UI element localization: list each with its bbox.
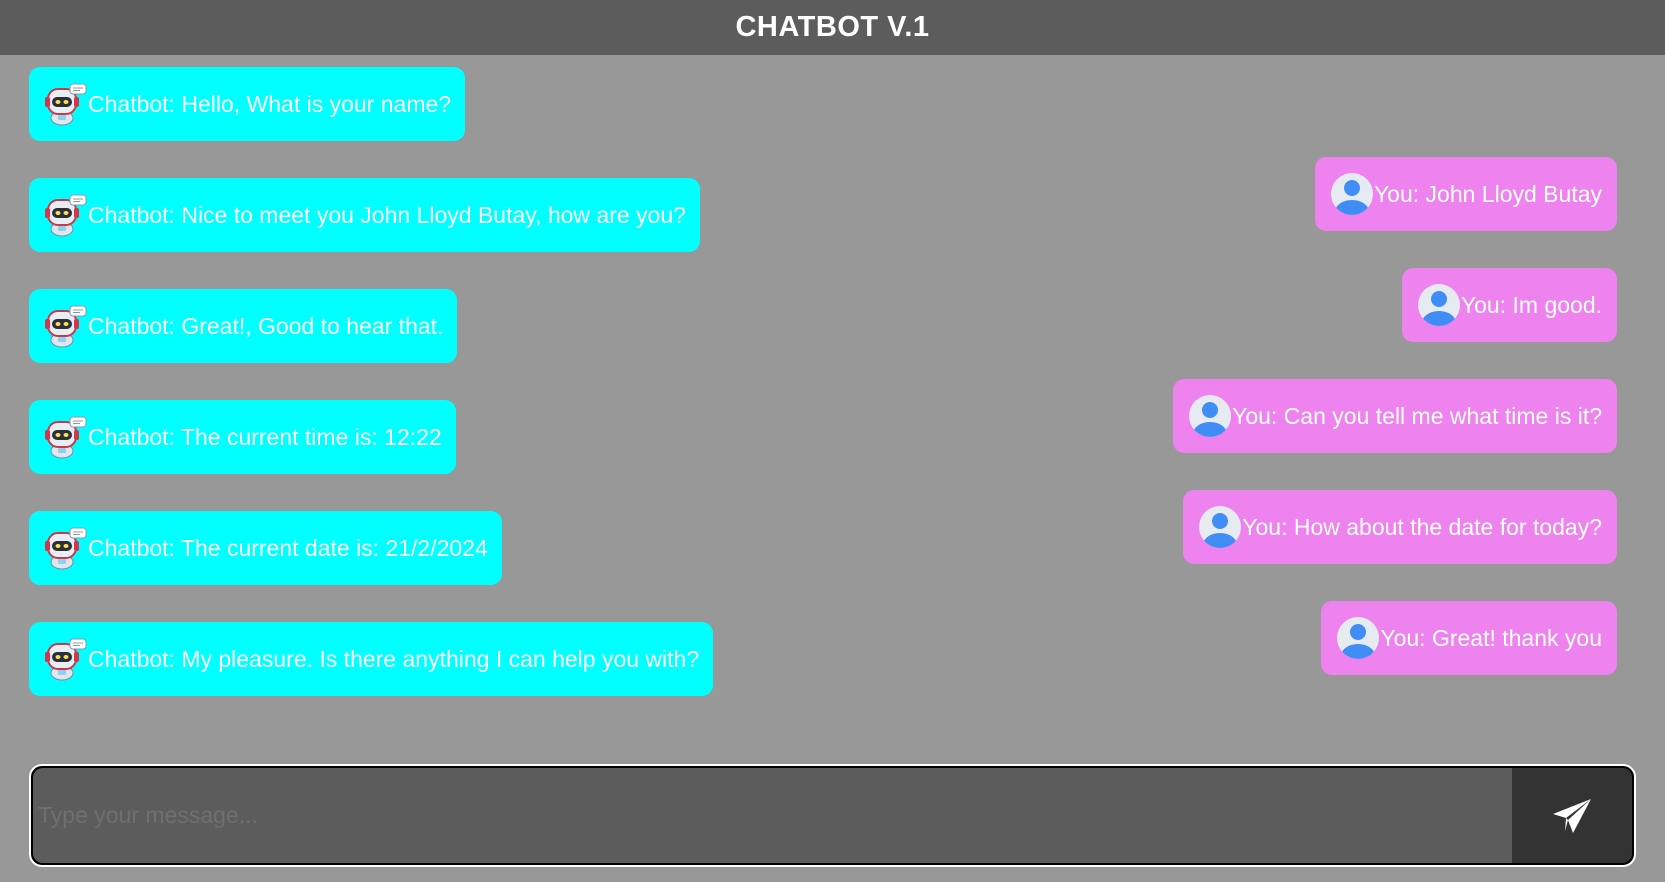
- user-message: You: Great! thank you: [1321, 601, 1617, 675]
- message-text: You: Can you tell me what time is it?: [1232, 402, 1602, 429]
- message-text: You: John Lloyd Butay: [1373, 180, 1602, 207]
- user-message: You: Can you tell me what time is it?: [1173, 379, 1617, 453]
- page-title: CHATBOT V.1: [735, 11, 930, 43]
- bot-message: Chatbot: Hello, What is your name?: [29, 67, 466, 141]
- bot-message: Chatbot: Great!, Good to hear that.: [29, 289, 458, 363]
- robot-avatar-icon: [44, 193, 88, 237]
- user-avatar-icon: [1336, 616, 1380, 660]
- robot-avatar-icon: [44, 304, 88, 348]
- user-avatar-icon: [1417, 283, 1461, 327]
- chat-area[interactable]: Chatbot: Hello, What is your name? Chatb…: [0, 55, 1665, 755]
- robot-avatar-icon: [44, 637, 88, 681]
- user-avatar-icon: [1198, 505, 1242, 549]
- robot-avatar-icon: [44, 415, 88, 459]
- message-text: You: How about the date for today?: [1242, 513, 1602, 540]
- message-text: You: Im good.: [1460, 291, 1602, 318]
- send-button[interactable]: [1512, 768, 1632, 863]
- bot-message: Chatbot: Nice to meet you John Lloyd But…: [29, 178, 700, 252]
- paper-plane-icon: [1553, 798, 1591, 833]
- user-message: You: How about the date for today?: [1183, 490, 1617, 564]
- user-avatar-icon: [1188, 394, 1232, 438]
- bot-message: Chatbot: The current time is: 12:22: [29, 400, 456, 474]
- user-message: You: Im good.: [1401, 268, 1617, 342]
- message-text: Chatbot: Great!, Good to hear that.: [88, 312, 444, 339]
- message-input[interactable]: [33, 768, 1512, 863]
- robot-avatar-icon: [44, 82, 88, 126]
- message-text: You: Great! thank you: [1380, 624, 1602, 651]
- message-text: Chatbot: The current time is: 12:22: [88, 423, 442, 450]
- bot-message: Chatbot: My pleasure. Is there anything …: [29, 622, 714, 696]
- user-avatar-icon: [1330, 172, 1374, 216]
- composer: [29, 764, 1636, 867]
- message-text: Chatbot: My pleasure. Is there anything …: [88, 645, 700, 672]
- bot-message: Chatbot: The current date is: 21/2/2024: [29, 511, 502, 585]
- robot-avatar-icon: [44, 526, 88, 570]
- page-header: CHATBOT V.1: [0, 0, 1665, 55]
- composer-inner: [33, 768, 1632, 863]
- message-text: Chatbot: Nice to meet you John Lloyd But…: [88, 201, 686, 228]
- user-message: You: John Lloyd Butay: [1314, 157, 1617, 231]
- message-text: Chatbot: Hello, What is your name?: [88, 90, 452, 117]
- message-text: Chatbot: The current date is: 21/2/2024: [88, 534, 488, 561]
